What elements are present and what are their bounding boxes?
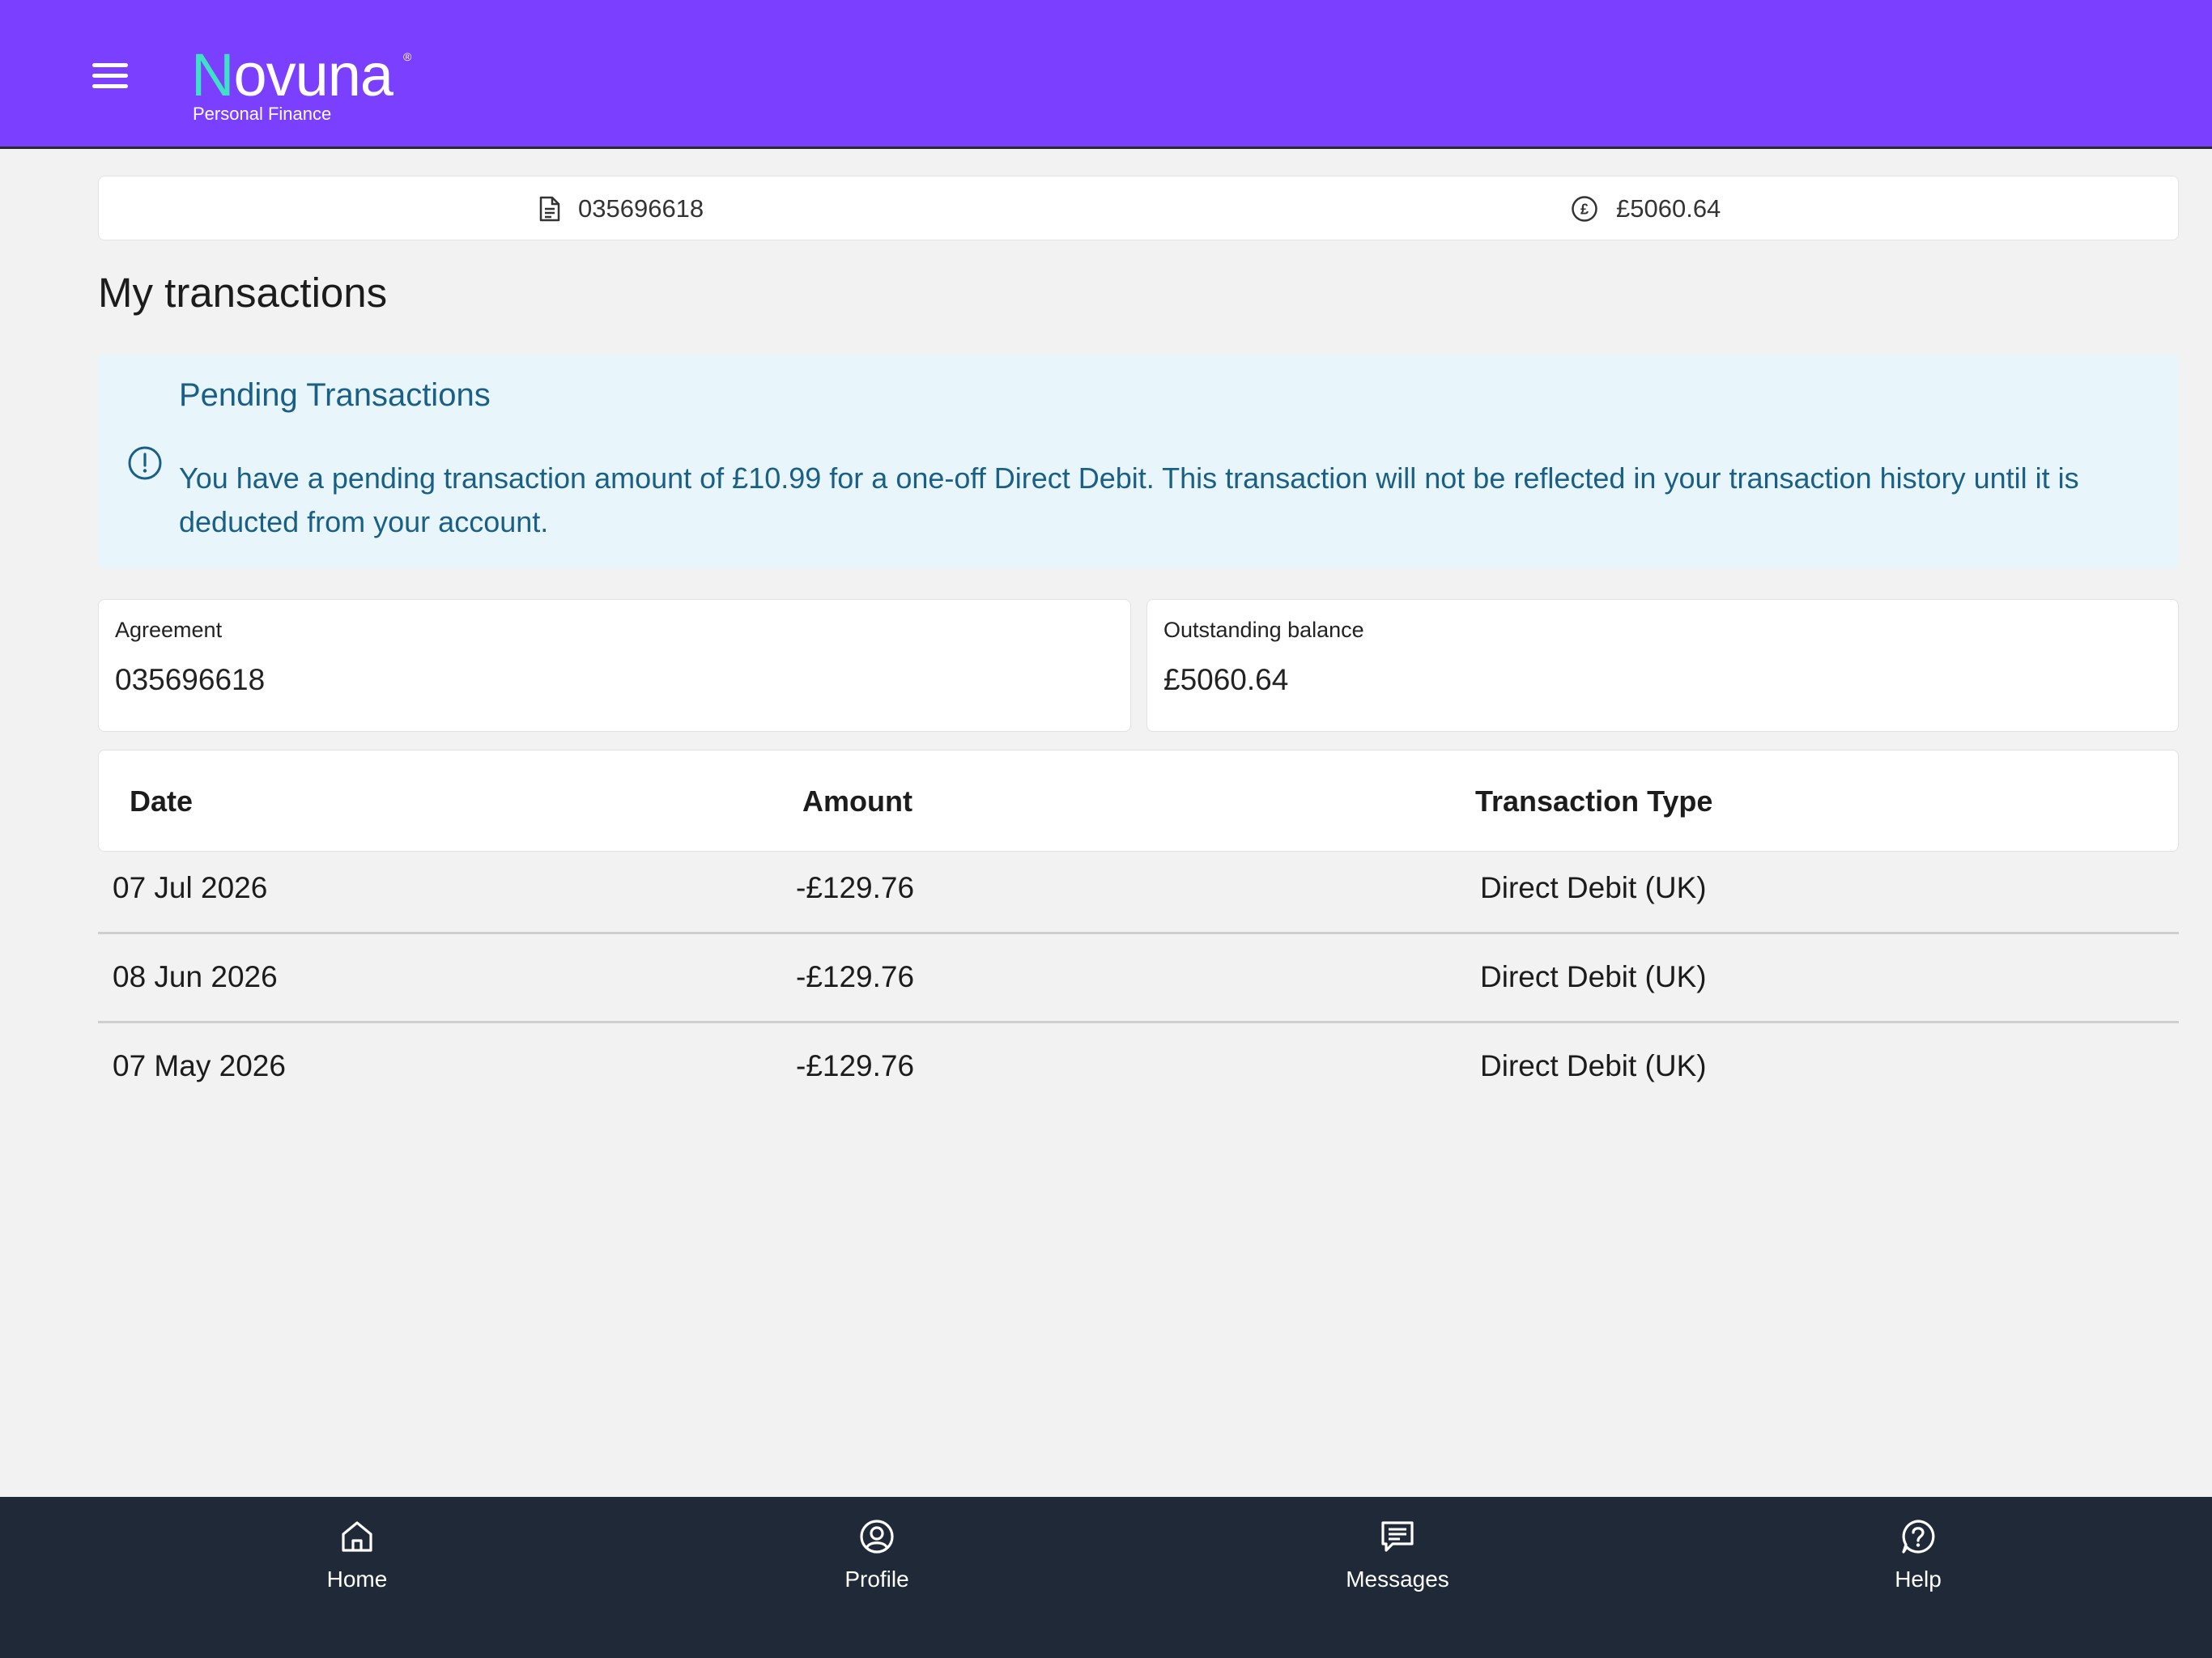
- row-date: 07 Jul 2026: [113, 871, 268, 904]
- app-header: Novuna ® Personal Finance: [0, 0, 2212, 149]
- row-date: 07 May 2026: [113, 1049, 286, 1082]
- column-header-date: Date: [130, 784, 194, 818]
- pending-transactions-alert: Pending Transactions You have a pending …: [98, 355, 2179, 568]
- page-title: My transactions: [98, 270, 388, 316]
- alert-title: Pending Transactions: [179, 377, 491, 413]
- column-header-type: Transaction Type: [1475, 784, 1713, 818]
- row-type: Direct Debit (UK): [1480, 960, 1707, 993]
- summary-agreement-number: 035696618: [578, 194, 704, 223]
- registered-mark: ®: [403, 50, 412, 63]
- hamburger-menu-icon[interactable]: [87, 57, 138, 94]
- row-amount: -£129.76: [796, 960, 915, 993]
- pound-circle-icon: £: [1572, 196, 1597, 222]
- table-row[interactable]: 07 Jul 2026 -£129.76 Direct Debit (UK): [98, 845, 2179, 934]
- messages-icon: [1381, 1521, 1414, 1552]
- account-summary-strip: 035696618 £ £5060.64: [98, 176, 2179, 240]
- home-icon: [342, 1521, 372, 1552]
- nav-help-label: Help: [1895, 1567, 1942, 1592]
- info-circle-icon: [128, 446, 162, 480]
- nav-home[interactable]: Home: [260, 1518, 454, 1592]
- document-icon: [539, 196, 560, 222]
- nav-messages[interactable]: Messages: [1300, 1518, 1495, 1592]
- profile-icon: [860, 1520, 894, 1554]
- table-row[interactable]: 08 Jun 2026 -£129.76 Direct Debit (UK): [98, 934, 2179, 1023]
- summary-balance: £ £5060.64: [1571, 194, 1721, 223]
- agreement-label: Agreement: [115, 618, 223, 642]
- outstanding-balance-card: Outstanding balance £5060.64: [1146, 599, 2179, 732]
- svg-text:£: £: [1580, 202, 1589, 218]
- outstanding-balance-label: Outstanding balance: [1163, 618, 1364, 642]
- nav-home-label: Home: [326, 1567, 388, 1592]
- row-amount: -£129.76: [796, 1049, 915, 1082]
- agreement-card: Agreement 035696618: [98, 599, 1131, 732]
- alert-message: You have a pending transaction amount of…: [179, 461, 2079, 538]
- column-header-amount: Amount: [802, 784, 912, 818]
- nav-profile[interactable]: Profile: [780, 1518, 974, 1592]
- agreement-value: 035696618: [115, 663, 266, 696]
- nav-messages-label: Messages: [1346, 1567, 1449, 1592]
- bottom-navigation: Home Profile Messages Help: [0, 1497, 2212, 1658]
- help-icon: [1902, 1520, 1935, 1554]
- nav-help[interactable]: Help: [1821, 1518, 2015, 1592]
- brand-logo[interactable]: Novuna ® Personal Finance: [191, 41, 411, 125]
- row-amount: -£129.76: [796, 871, 915, 904]
- outstanding-balance-value: £5060.64: [1163, 663, 1289, 696]
- summary-agreement: 035696618: [539, 194, 704, 223]
- row-type: Direct Debit (UK): [1480, 871, 1707, 904]
- row-date: 08 Jun 2026: [113, 960, 278, 993]
- transactions-table-header: Date Amount Transaction Type: [98, 750, 2179, 852]
- row-type: Direct Debit (UK): [1480, 1049, 1707, 1082]
- table-row[interactable]: 07 May 2026 -£129.76 Direct Debit (UK): [98, 1023, 2179, 1112]
- summary-balance-value: £5060.64: [1616, 194, 1721, 223]
- brand-name: Novuna: [191, 41, 393, 108]
- nav-profile-label: Profile: [844, 1567, 909, 1592]
